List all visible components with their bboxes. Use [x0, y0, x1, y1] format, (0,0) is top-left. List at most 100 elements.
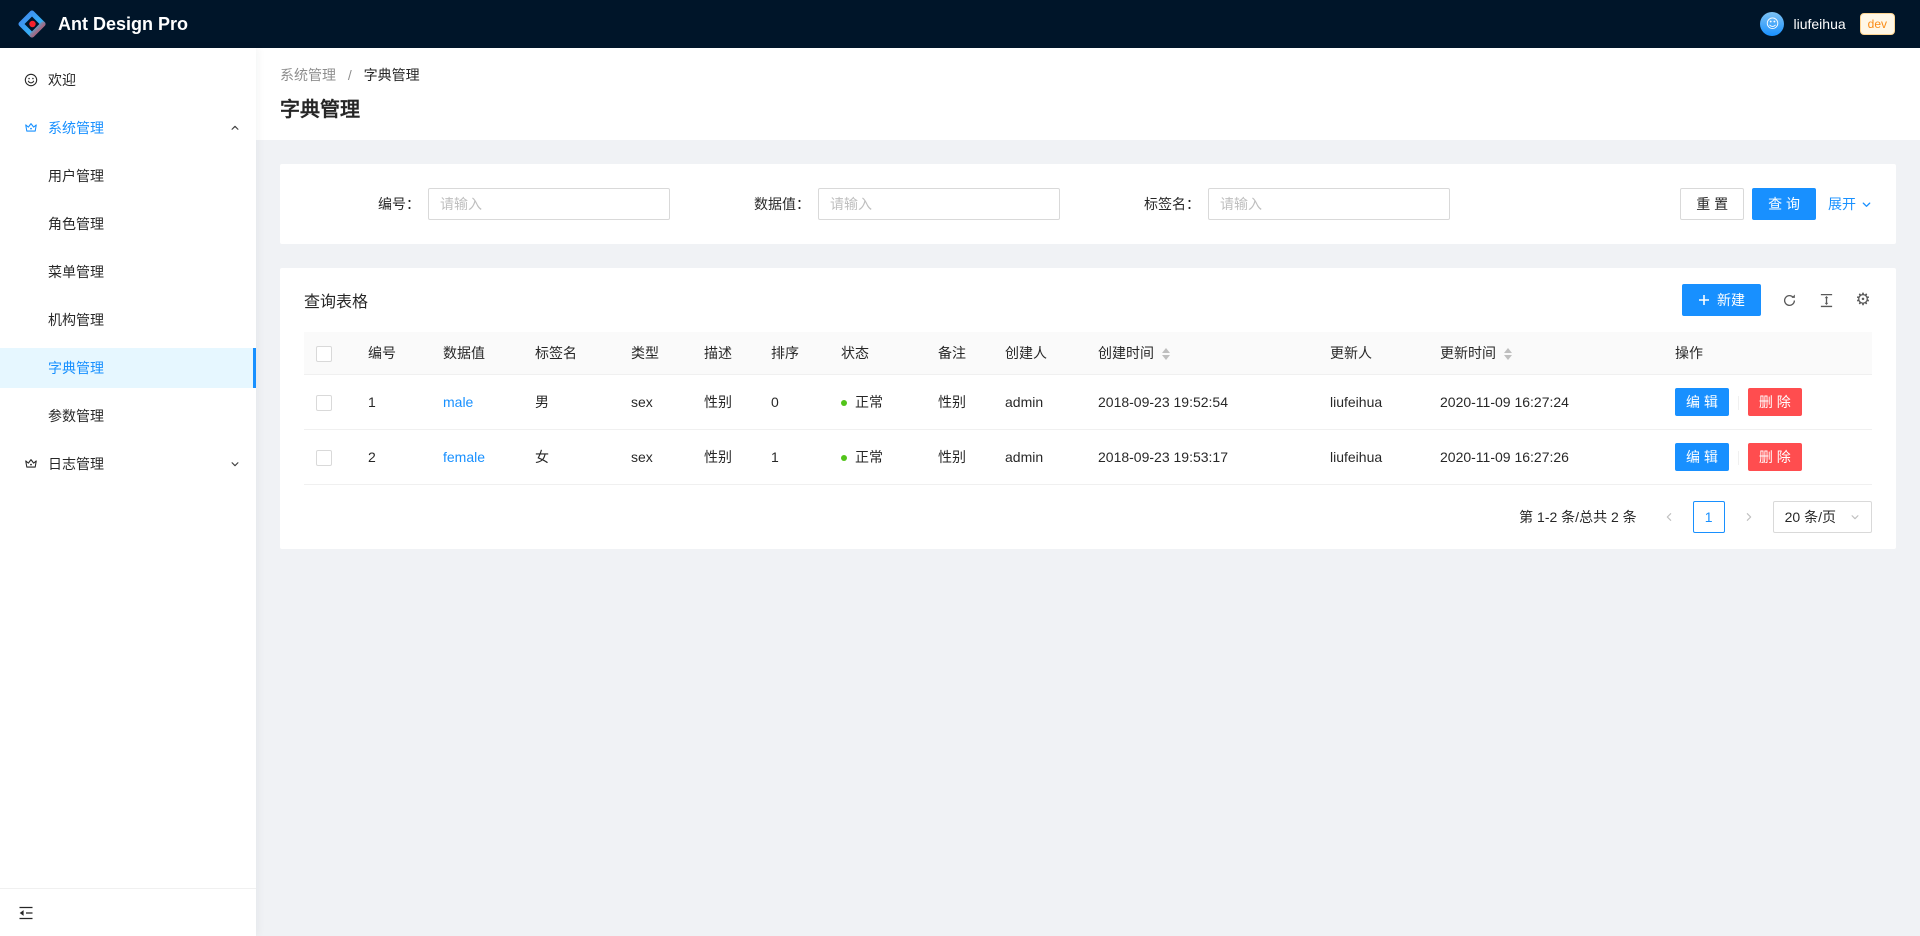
reset-button[interactable]: 重 置 — [1680, 188, 1744, 220]
dict-value-link[interactable]: female — [443, 449, 485, 465]
column-header-update_time[interactable]: 更新时间 — [1424, 332, 1659, 375]
sidebar-item-4[interactable]: 菜单管理 — [0, 252, 256, 292]
next-page-button[interactable] — [1733, 501, 1765, 533]
cell-sort: 1 — [755, 430, 825, 485]
sidebar-item-1[interactable]: 系统管理 — [0, 108, 256, 148]
smile-icon — [24, 73, 38, 87]
column-title: 编号 — [368, 345, 396, 361]
edit-button[interactable]: 编 辑 — [1675, 388, 1729, 416]
id-input[interactable] — [428, 188, 670, 220]
sort-carets-icon[interactable] — [1162, 348, 1170, 360]
column-header-sort: 排序 — [755, 332, 825, 375]
column-header-value: 数据值 — [427, 332, 519, 375]
settings-icon[interactable]: ⚙ — [1854, 291, 1872, 309]
cell-status: 正常 — [825, 430, 922, 485]
sidebar-item-0[interactable]: 欢迎 — [0, 60, 256, 100]
sidebar-item-label: 系统管理 — [48, 118, 104, 138]
column-header-desc: 描述 — [688, 332, 755, 375]
search-field-value: 数据值： — [694, 188, 1084, 220]
delete-button[interactable]: 删 除 — [1748, 443, 1802, 471]
sidebar-item-label: 欢迎 — [48, 70, 76, 90]
column-header-create_time[interactable]: 创建时间 — [1082, 332, 1314, 375]
cell-actions: 编 辑删 除 — [1659, 375, 1872, 430]
edit-button[interactable]: 编 辑 — [1675, 443, 1729, 471]
username[interactable]: liufeihua — [1793, 16, 1845, 32]
sidebar-item-label: 用户管理 — [48, 166, 104, 186]
column-header-creator: 创建人 — [989, 332, 1082, 375]
column-title: 状态 — [841, 345, 869, 361]
sidebar-item-label: 字典管理 — [48, 358, 104, 378]
column-title: 排序 — [771, 345, 799, 361]
env-tag: dev — [1860, 13, 1895, 35]
select-all-header — [304, 332, 352, 375]
dict-value-link[interactable]: male — [443, 394, 473, 410]
value-input[interactable] — [818, 188, 1060, 220]
cell-tag_name: 女 — [519, 430, 615, 485]
sidebar-footer — [0, 888, 256, 936]
field-label: 标签名： — [1144, 194, 1200, 214]
cell-value: male — [427, 375, 519, 430]
cell-remark: 性别 — [922, 375, 989, 430]
sidebar-item-label: 角色管理 — [48, 214, 104, 234]
column-title: 备注 — [938, 345, 966, 361]
field-label: 数据值： — [754, 194, 810, 214]
row-checkbox[interactable] — [316, 395, 332, 411]
cell-desc: 性别 — [688, 430, 755, 485]
column-height-icon[interactable] — [1817, 291, 1835, 309]
page-title: 字典管理 — [280, 96, 1896, 124]
breadcrumb-separator: / — [348, 67, 352, 83]
column-header-tag_name: 标签名 — [519, 332, 615, 375]
reload-icon[interactable] — [1780, 291, 1798, 309]
sidebar-item-2[interactable]: 用户管理 — [0, 156, 256, 196]
sidebar-item-3[interactable]: 角色管理 — [0, 204, 256, 244]
status-text: 正常 — [855, 394, 883, 410]
action-divider — [1738, 451, 1739, 465]
query-button[interactable]: 查 询 — [1752, 188, 1816, 220]
table-wrap: 编号数据值标签名类型描述排序状态备注创建人创建时间更新人更新时间操作 1male… — [280, 332, 1896, 485]
row-checkbox[interactable] — [316, 450, 332, 466]
page-1-button[interactable]: 1 — [1693, 501, 1725, 533]
prev-page-button[interactable] — [1653, 501, 1685, 533]
delete-button[interactable]: 删 除 — [1748, 388, 1802, 416]
column-title: 描述 — [704, 345, 732, 361]
new-button-label: 新建 — [1717, 290, 1745, 310]
app-logo-icon[interactable] — [18, 10, 46, 38]
sidebar-menu: 欢迎系统管理用户管理角色管理菜单管理机构管理字典管理参数管理日志管理 — [0, 48, 256, 484]
sidebar-item-label: 日志管理 — [48, 454, 104, 474]
cell-type: sex — [615, 430, 688, 485]
tag-input[interactable] — [1208, 188, 1450, 220]
cell-value: female — [427, 430, 519, 485]
column-header-remark: 备注 — [922, 332, 989, 375]
sidebar-item-5[interactable]: 机构管理 — [0, 300, 256, 340]
cell-sort: 0 — [755, 375, 825, 430]
sidebar: 欢迎系统管理用户管理角色管理菜单管理机构管理字典管理参数管理日志管理 — [0, 48, 256, 936]
sidebar-item-6[interactable]: 字典管理 — [0, 348, 256, 388]
expand-link[interactable]: 展开 — [1828, 194, 1872, 214]
user-avatar[interactable]: ☺ — [1760, 12, 1784, 36]
breadcrumb-item[interactable]: 系统管理 — [280, 67, 336, 83]
column-header-status: 状态 — [825, 332, 922, 375]
status-text: 正常 — [855, 449, 883, 465]
table-card: 查询表格 新建 — [280, 268, 1896, 549]
pagination: 第 1-2 条/总共 2 条 1 20 条/页 — [304, 501, 1872, 549]
cell-id: 2 — [352, 430, 427, 485]
cell-updater: liufeihua — [1314, 375, 1424, 430]
column-title: 创建人 — [1005, 345, 1047, 361]
sidebar-item-label: 机构管理 — [48, 310, 104, 330]
page-size-select[interactable]: 20 条/页 — [1773, 501, 1872, 533]
cell-status: 正常 — [825, 375, 922, 430]
field-label: 编号： — [378, 194, 420, 214]
menu-fold-icon[interactable] — [18, 905, 34, 921]
new-button[interactable]: 新建 — [1682, 284, 1761, 316]
row-checkbox-cell — [304, 375, 352, 430]
column-header-type: 类型 — [615, 332, 688, 375]
cell-actions: 编 辑删 除 — [1659, 430, 1872, 485]
table-title: 查询表格 — [304, 288, 368, 312]
select-all-checkbox[interactable] — [316, 346, 332, 362]
sort-carets-icon[interactable] — [1504, 348, 1512, 360]
sidebar-item-7[interactable]: 参数管理 — [0, 396, 256, 436]
search-form-card: 编号： 数据值： 标签名： 重 置 查 询 — [280, 164, 1896, 244]
sidebar-item-8[interactable]: 日志管理 — [0, 444, 256, 484]
pagination-total: 第 1-2 条/总共 2 条 — [1519, 507, 1636, 527]
cell-updater: liufeihua — [1314, 430, 1424, 485]
